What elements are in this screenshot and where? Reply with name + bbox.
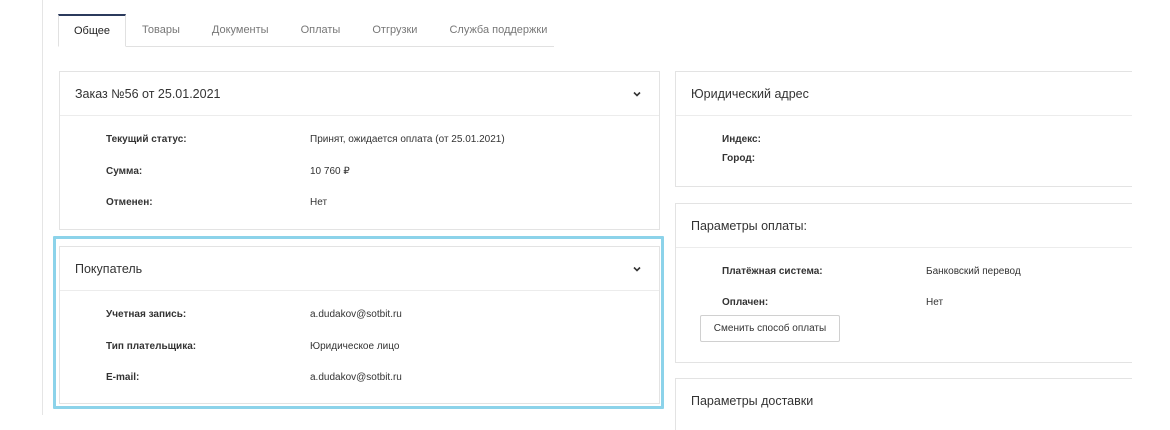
tab-payments[interactable]: Оплаты — [285, 14, 357, 46]
tab-shipments[interactable]: Отгрузки — [356, 14, 433, 46]
tab-general[interactable]: Общее — [58, 14, 127, 47]
tab-support[interactable]: Служба поддержки — [433, 14, 563, 46]
payment-header[interactable]: Параметры оплаты: — [676, 204, 1132, 248]
order-status-label: Текущий статус: — [106, 134, 187, 145]
legal-address-title: Юридический адрес — [691, 86, 809, 101]
payment-paid-label: Оплачен: — [722, 297, 769, 308]
chevron-down-icon[interactable] — [631, 88, 643, 100]
order-title: Заказ №56 от 25.01.2021 — [75, 86, 221, 101]
delivery-header[interactable]: Параметры доставки — [676, 379, 1132, 423]
legal-address-panel: Юридический адрес Индекс: Город: — [675, 71, 1132, 187]
order-sum-value: 10 760 ₽ — [310, 166, 350, 177]
order-canceled-label: Отменен: — [106, 197, 153, 208]
tab-documents[interactable]: Документы — [196, 14, 285, 46]
order-status-value: Принят, ожидается оплата (от 25.01.2021) — [310, 134, 505, 145]
tab-bar: Общее Товары Документы Оплаты Отгрузки С… — [58, 14, 554, 47]
order-panel: Заказ №56 от 25.01.2021 Текущий статус: … — [59, 71, 660, 230]
payment-title: Параметры оплаты: — [691, 218, 807, 233]
delivery-title: Параметры доставки — [691, 394, 814, 408]
payment-paid-value: Нет — [926, 297, 944, 308]
selection-highlight — [53, 236, 664, 409]
legal-city-label: Город: — [722, 153, 756, 164]
order-canceled-value: Нет — [310, 197, 328, 208]
change-payment-button[interactable]: Сменить способ оплаты — [700, 315, 840, 342]
delivery-panel: Параметры доставки — [675, 378, 1132, 430]
payment-panel: Параметры оплаты: Платёжная система: Бан… — [675, 203, 1132, 363]
legal-index-label: Индекс: — [722, 134, 761, 145]
page-left-border — [42, 0, 43, 415]
tab-products[interactable]: Товары — [126, 14, 196, 46]
payment-system-value: Банковский перевод — [926, 266, 1021, 277]
payment-system-label: Платёжная система: — [722, 266, 823, 277]
order-panel-header[interactable]: Заказ №56 от 25.01.2021 — [60, 72, 659, 116]
order-sum-label: Сумма: — [106, 166, 143, 177]
legal-address-header[interactable]: Юридический адрес — [676, 72, 1132, 116]
